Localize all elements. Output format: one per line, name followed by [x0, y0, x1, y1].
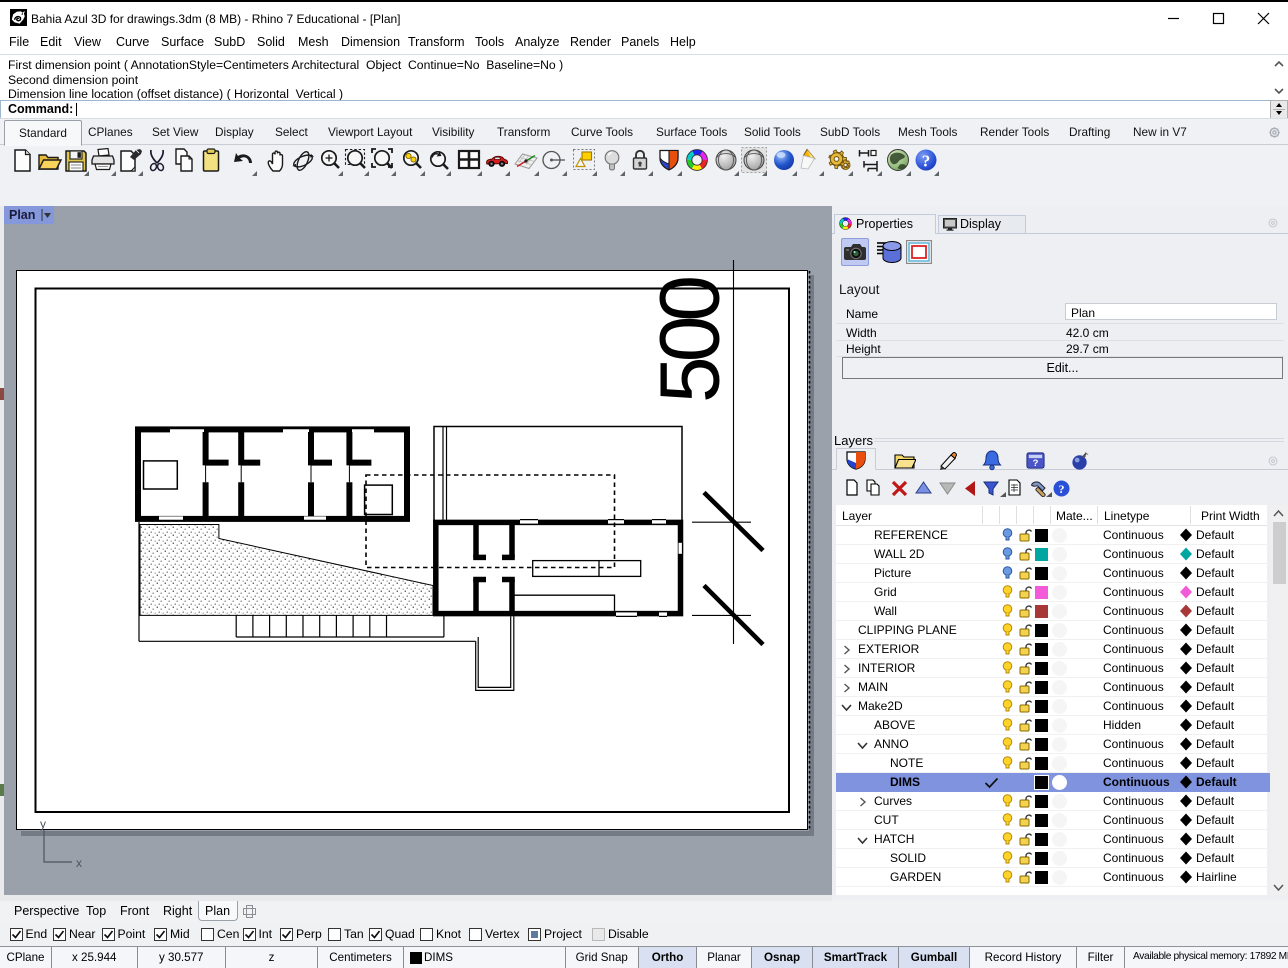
svg-text:?: ?: [922, 152, 931, 171]
svg-text:y: y: [40, 820, 46, 831]
svg-text:500: 500: [643, 278, 737, 403]
svg-text:?: ?: [1059, 482, 1065, 496]
svg-text:x: x: [76, 856, 82, 870]
svg-text:?: ?: [1033, 458, 1039, 469]
